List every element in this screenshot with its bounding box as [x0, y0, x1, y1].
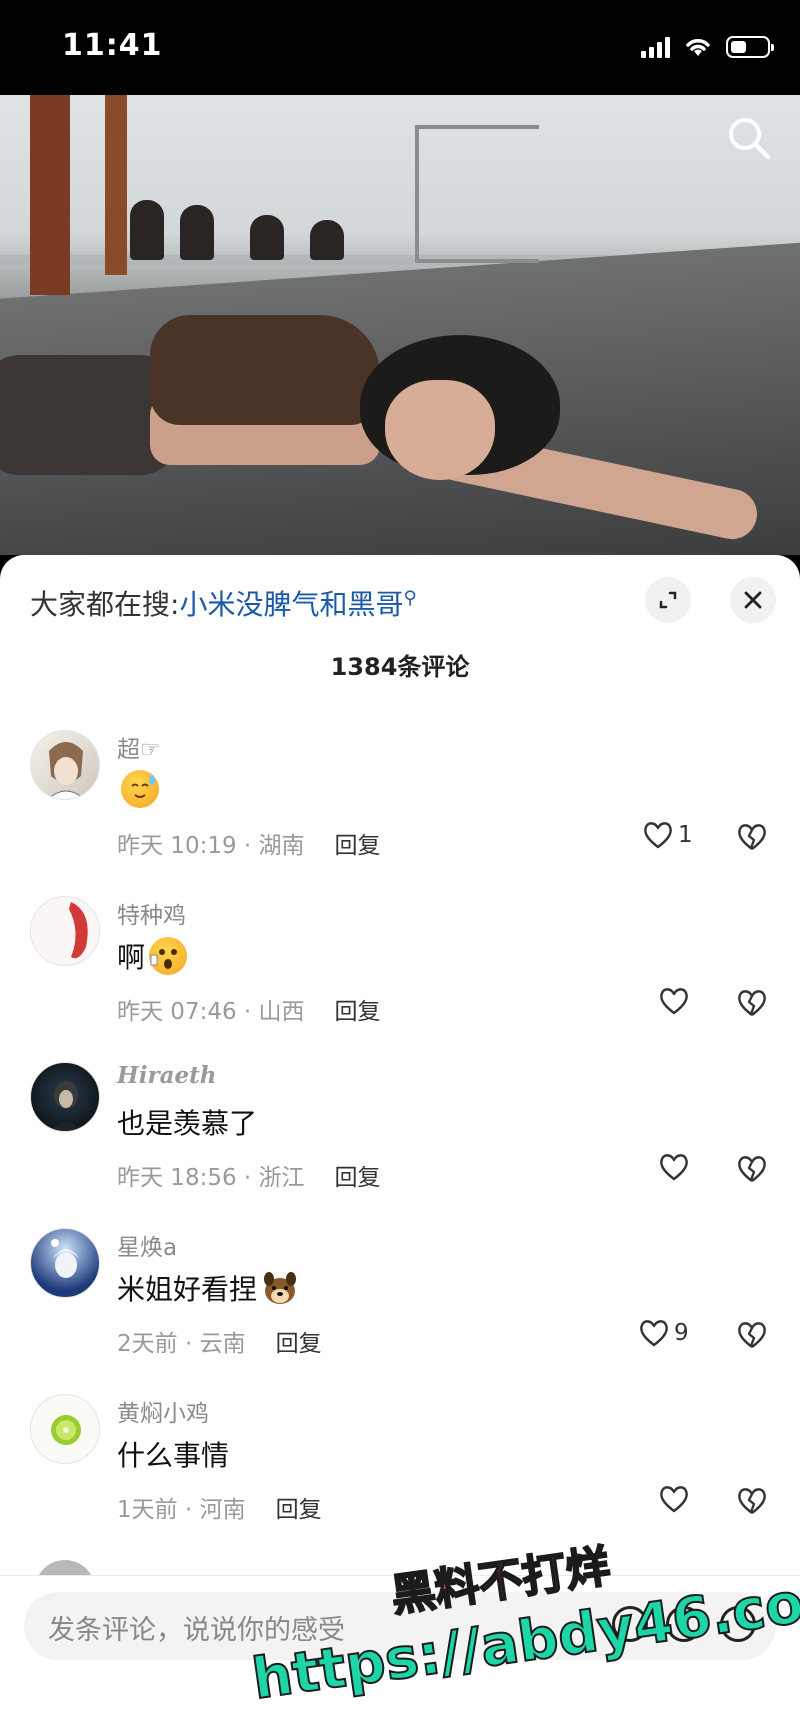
comment-time-location: 2天前 · 云南 [117, 1331, 246, 1357]
broken-heart-icon[interactable] [736, 1154, 768, 1184]
heart-icon [640, 1320, 668, 1347]
broken-heart-icon[interactable] [736, 822, 768, 852]
comment-meta: 2天前 · 云南 回复 [117, 1324, 322, 1358]
battery-level [731, 41, 746, 53]
comment-text: 也是羡慕了 [117, 1102, 257, 1142]
reply-button[interactable]: 回复 [335, 999, 381, 1025]
comment-item: 黄焖小鸡 什么事情 1天前 · 河南 回复 [0, 1394, 800, 1560]
avatar[interactable] [30, 730, 100, 800]
avatar[interactable] [30, 1062, 100, 1132]
image-icon[interactable] [720, 1606, 756, 1642]
hot-search-prefix: 大家都在搜: [30, 588, 180, 621]
close-icon [744, 591, 762, 609]
comment-text-content: 什么事情 [117, 1439, 230, 1472]
dog-emoji [261, 1269, 299, 1307]
at-mention-icon[interactable] [612, 1606, 648, 1642]
comment-meta: 昨天 18:56 · 浙江 回复 [117, 1158, 381, 1192]
wifi-icon [686, 39, 710, 56]
comment-text: 什么事情 [117, 1434, 229, 1474]
comment-input-bar: 发条评论，说说你的感受 [0, 1575, 800, 1732]
heart-icon [660, 1154, 688, 1181]
reply-button[interactable]: 回复 [276, 1331, 322, 1357]
video-player[interactable] [0, 95, 800, 555]
comment-item: Hiraeth 也是羡慕了 昨天 18:56 · 浙江 回复 [0, 1062, 800, 1228]
reply-button[interactable]: 回复 [335, 1165, 381, 1191]
small-search-icon: ⚲ [403, 587, 417, 609]
broken-heart-icon[interactable] [736, 988, 768, 1018]
comment-sheet: 大家都在搜:小米没脾气和黑哥⚲ 1384条评论 超☞ 昨天 10:19 · 湖南… [0, 555, 800, 1732]
expand-icon [659, 591, 677, 609]
broken-heart-icon[interactable] [736, 1486, 768, 1516]
like-button[interactable] [658, 1152, 694, 1182]
emoji-picker-icon[interactable] [666, 1606, 702, 1642]
heart-icon [660, 988, 688, 1015]
comment-item: 特种鸡 啊 昨天 07:46 · 山西 回复 [0, 896, 800, 1062]
hot-search-keyword[interactable]: 小米没脾气和黑哥 [179, 588, 403, 621]
broken-heart-icon[interactable] [736, 1320, 768, 1350]
comment-username[interactable]: 黄焖小鸡 [117, 1394, 209, 1428]
reply-button[interactable]: 回复 [276, 1497, 322, 1523]
expand-button[interactable] [645, 577, 691, 623]
comment-text [117, 770, 159, 808]
comment-meta: 昨天 07:46 · 山西 回复 [117, 992, 381, 1026]
comment-username[interactable]: 星焕a [117, 1228, 177, 1262]
comment-input[interactable]: 发条评论，说说你的感受 [24, 1592, 776, 1660]
like-button[interactable] [658, 1484, 694, 1514]
comment-time-location: 昨天 10:19 · 湖南 [117, 833, 305, 859]
comment-count: 1384条评论 [330, 653, 470, 681]
status-time: 11:41 [62, 28, 163, 63]
like-button[interactable]: 9 [638, 1318, 689, 1348]
hot-search-bar[interactable]: 大家都在搜:小米没脾气和黑哥⚲ [30, 583, 417, 623]
comment-username[interactable]: Hiraeth [117, 1062, 216, 1089]
like-count: 9 [674, 1320, 689, 1346]
comment-text: 啊 [117, 936, 188, 976]
comment-text: 米姐好看捏 [117, 1268, 299, 1308]
heart-icon [660, 1486, 688, 1513]
avatar[interactable] [30, 896, 100, 966]
close-button[interactable] [730, 577, 776, 623]
comment-meta: 昨天 10:19 · 湖南 回复 [117, 826, 381, 860]
shocked-emoji [149, 937, 188, 975]
avatar[interactable] [30, 1228, 100, 1298]
input-actions [612, 1606, 756, 1642]
comment-text-content: 啊 [117, 941, 146, 974]
cellular-signal-icon [641, 36, 670, 58]
like-button[interactable] [658, 986, 694, 1016]
like-button[interactable]: 1 [642, 820, 693, 850]
comment-input-placeholder: 发条评论，说说你的感受 [48, 1615, 345, 1646]
comment-username[interactable]: 超☞ [117, 730, 161, 764]
comment-time-location: 昨天 07:46 · 山西 [117, 999, 305, 1025]
reply-button[interactable]: 回复 [335, 833, 381, 859]
avatar[interactable] [30, 1394, 100, 1464]
search-icon[interactable] [724, 113, 774, 163]
comment-item: 超☞ 昨天 10:19 · 湖南 回复 1 [0, 730, 800, 896]
status-bar: 11:41 [0, 0, 800, 95]
comment-time-location: 昨天 18:56 · 浙江 [117, 1165, 305, 1191]
comment-username[interactable]: 特种鸡 [117, 896, 186, 930]
battery-icon [726, 36, 774, 58]
like-count: 1 [678, 822, 693, 848]
comment-item: 星焕a 米姐好看捏 2天前 · 云南 回复 9 [0, 1228, 800, 1394]
comment-time-location: 1天前 · 河南 [117, 1497, 246, 1523]
status-icons [641, 36, 774, 58]
reclining-woman [0, 205, 762, 544]
sweat-smile-emoji [121, 770, 159, 808]
heart-icon [644, 822, 672, 849]
comment-text-content: 米姐好看捏 [117, 1273, 258, 1306]
comment-meta: 1天前 · 河南 回复 [117, 1490, 322, 1524]
comment-text-content: 也是羡慕了 [117, 1107, 258, 1140]
